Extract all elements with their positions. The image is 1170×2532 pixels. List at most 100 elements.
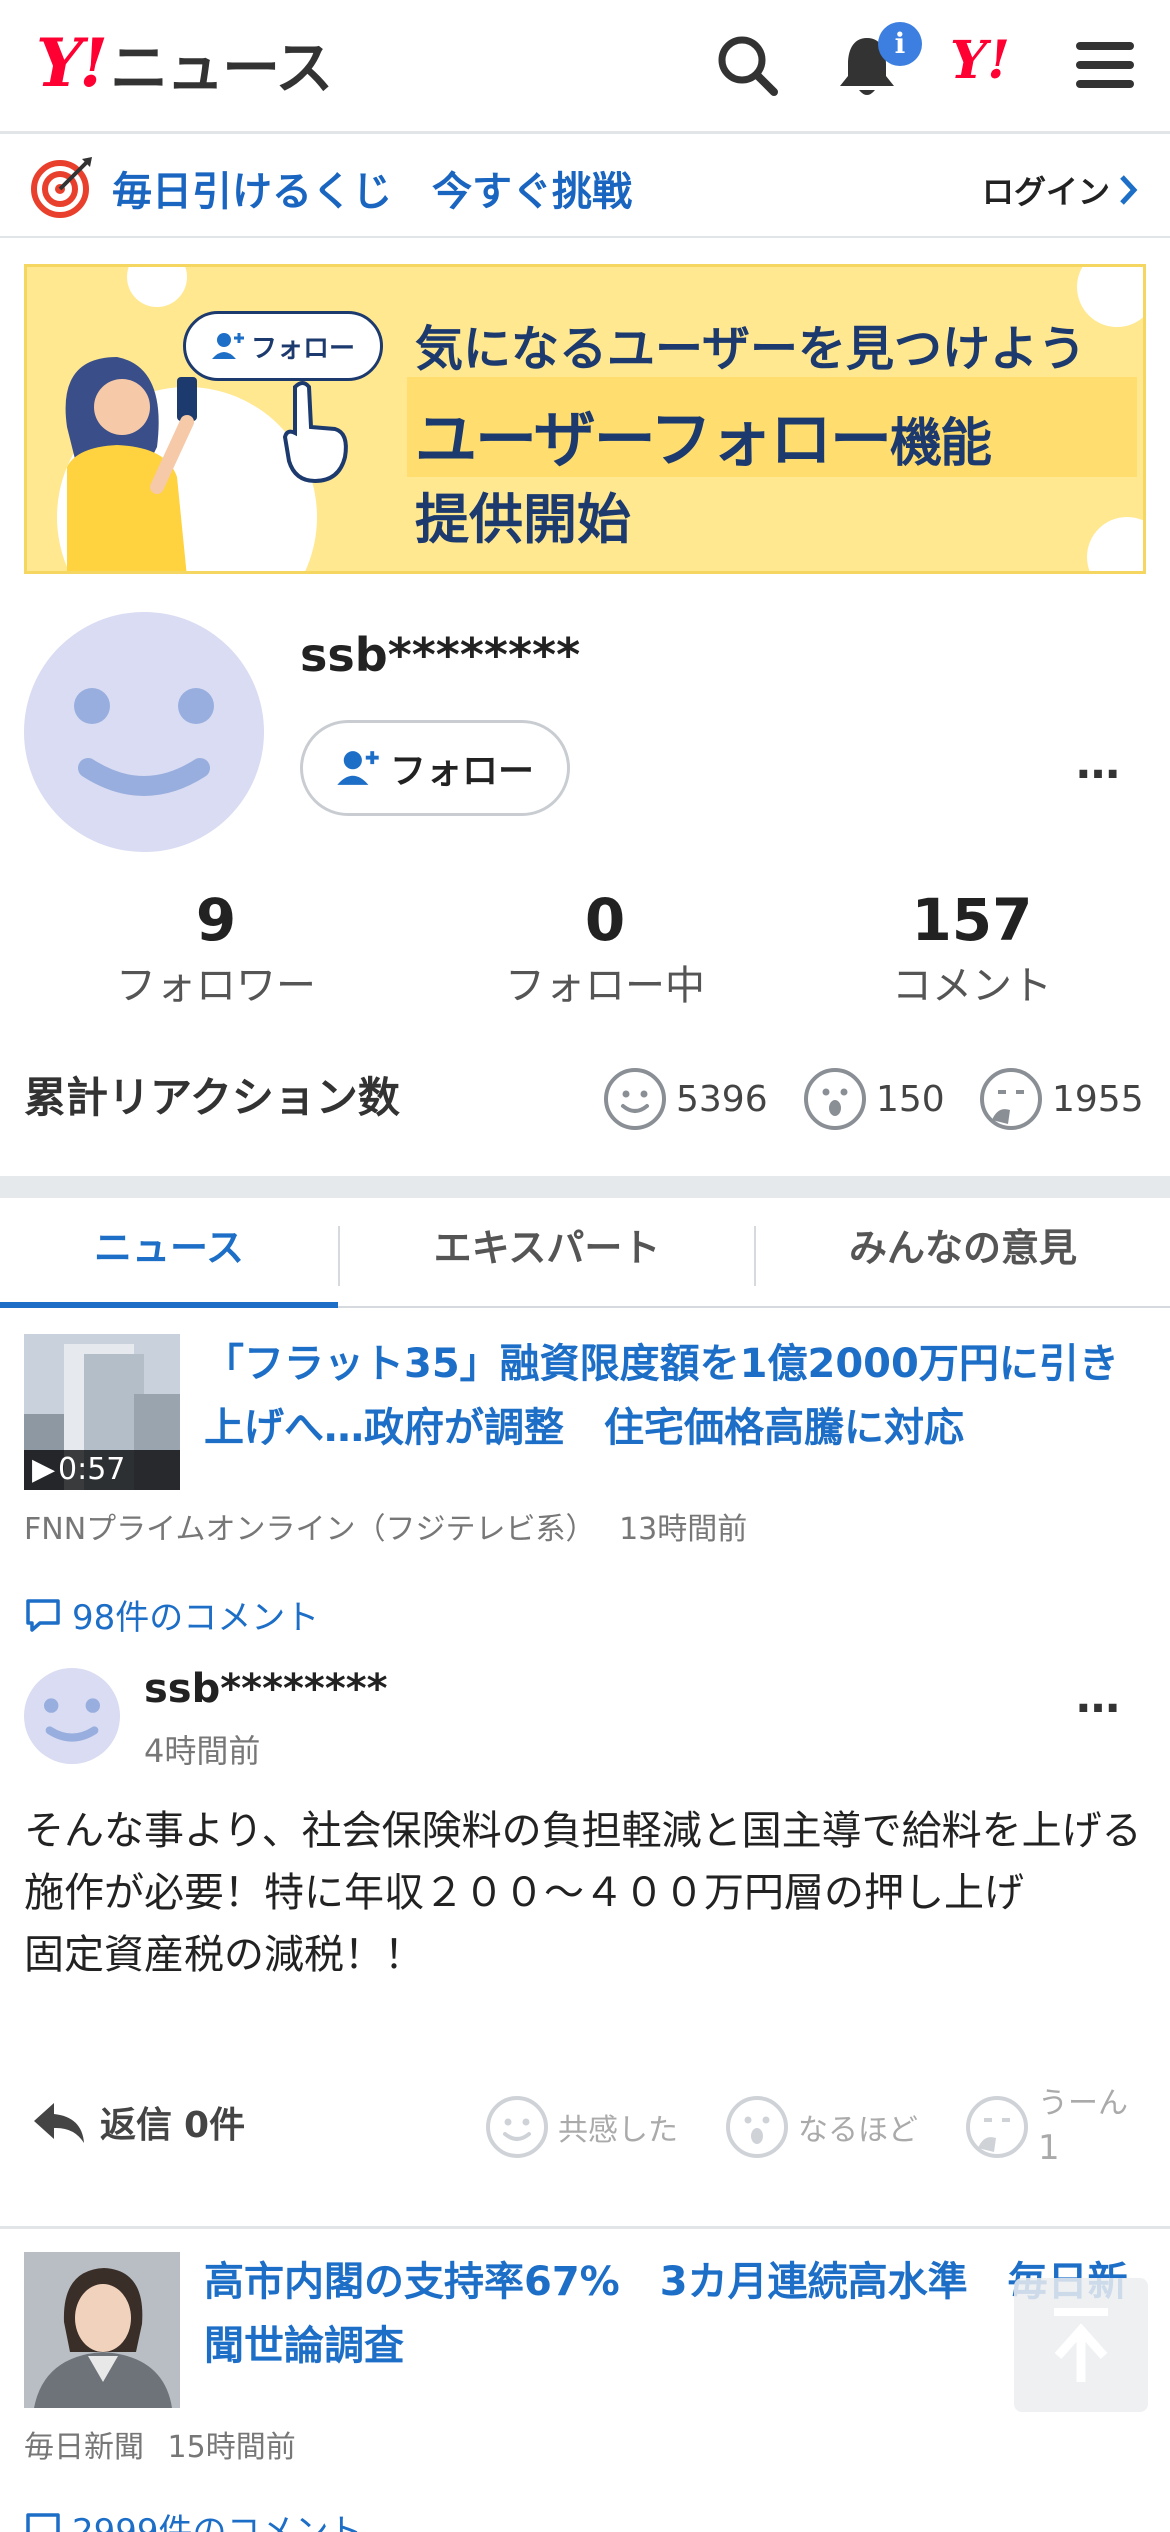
commenter-avatar [24,1668,120,1764]
comment-time: 4時間前 [144,1732,261,1770]
person-photo [24,2252,180,2408]
article-thumbnail[interactable]: ▶ 0:57 [24,1334,180,1490]
tab-news[interactable]: ニュース [0,1198,338,1308]
article-meta: FNNプライムオンライン（フジテレビ系） 13時間前 [24,1504,747,1548]
comment-icon [26,2512,60,2532]
article-time: 15時間前 [167,2430,296,2465]
agree-reaction-button[interactable]: 共感した [484,2094,678,2160]
person-plus-icon [211,333,244,359]
comment-line: そんな事より、社会保険料の負担軽減と国主導で給料を上げる施作が必要！特に年収２０… [24,1808,1142,1916]
banner-feature-name: ユーザーフォロー [415,403,892,476]
reaction-total-hmm: 1955 [978,1066,1144,1132]
news-logo-text: ニュース [110,34,333,102]
tab-expert[interactable]: エキスパート [340,1198,754,1308]
woman-with-phone-illustration [65,357,197,571]
profile-more-menu[interactable]: … [1076,738,1122,789]
menu-icon[interactable] [1070,30,1140,100]
notification-badge: i [878,22,922,66]
profile-tabs: ニュース エキスパート みんなの意見 [0,1198,1170,1308]
following-count: 0 [584,886,626,954]
scroll-to-top-button[interactable] [1014,2278,1148,2412]
comment-icon [26,1598,60,1632]
article-meta: 毎日新聞 15時間前 [24,2422,296,2466]
banner-launch-text: 提供開始 [415,488,631,551]
app-header: Y! ニュース i Y! [0,0,1170,134]
comment-body: そんな事より、社会保険料の負担軽減と国主導で給料を上げる施作が必要！特に年収２０… [24,1800,1154,1986]
banner-feature-suffix: 機能 [890,414,992,474]
comments-label: コメント [892,963,1052,1009]
article-thumbnail[interactable] [24,2252,180,2408]
banner-headline: 気になるユーザーを見つけよう [415,321,1087,377]
target-icon [31,157,92,218]
commenter-username: ssb******** [144,1666,388,1712]
chevron-right-icon [1120,175,1138,205]
comment-line: 固定資産税の減税！！ [24,1932,424,1978]
user-follow-banner[interactable]: フォロー 気になるユーザーを見つけよう ユーザーフォロー機能 提供開始 [24,264,1146,574]
tab-opinions[interactable]: みんなの意見 [756,1198,1170,1308]
insightful-reaction-button[interactable]: なるほど [724,2094,918,2160]
arrow-up-icon [1054,2308,1108,2382]
login-label: ログイン [981,173,1110,211]
login-link[interactable]: ログイン [982,167,1140,213]
smile-reaction-icon [486,2096,548,2158]
search-icon[interactable] [712,30,782,100]
followers-stat[interactable]: 9 フォロワー [66,880,366,1012]
smile-reaction-icon [604,1068,666,1130]
smile-reaction-count: 5396 [676,1078,768,1120]
article-comments-count: 2999件のコメント [72,2512,363,2532]
daily-lottery-bar: 毎日引けるくじ 今すぐ挑戦 ログイン [0,137,1170,238]
surprised-reaction-icon [804,1068,866,1130]
banner-follow-pill: フォロー [183,311,383,381]
reply-count: 0件 [184,2105,246,2146]
agree-reaction-label: 共感した [558,2113,678,2148]
surprised-reaction-icon [726,2096,788,2158]
followers-label: フォロワー [116,963,316,1009]
pointing-hand-icon [282,381,348,484]
hmm-reaction-text: うーん 1 [1038,2082,1128,2170]
article-time: 13時間前 [619,1512,748,1547]
following-stat[interactable]: 0 フォロー中 [455,880,755,1012]
total-reactions-title: 累計リアクション数 [24,1073,400,1122]
article-source: FNNプライムオンライン（フジテレビ系） [24,1512,596,1547]
play-icon: ▶ [32,1452,56,1487]
hmm-reaction-label: うーん [1038,2086,1128,2121]
article-title[interactable]: 高市内閣の支持率67% 3カ月連続高水準 毎日新聞世論調査 [204,2250,1144,2378]
followers-count: 9 [195,886,237,954]
profile-username: ssb******** [300,628,581,682]
comment-more-menu[interactable]: … [1076,1672,1122,1723]
reply-arrow-icon [34,2103,84,2143]
article-title[interactable]: 「フラット35」融資限度額を1億2000万円に引き上げへ…政府が調整 住宅価格高… [204,1332,1144,1460]
video-duration: ▶ 0:57 [24,1450,180,1490]
surprised-reaction-count: 150 [876,1078,945,1120]
article-comments-link[interactable]: 98件のコメント [24,1590,319,1639]
yahoo-logo-mark: Y! [36,24,108,102]
article-comments-count: 98件のコメント [72,1598,320,1638]
yahoo-news-logo[interactable]: Y! ニュース [36,24,333,102]
follow-button[interactable]: フォロー [300,720,570,816]
hmm-reaction-button[interactable]: うーん 1 [964,2082,1128,2170]
following-label: フォロー中 [505,963,705,1009]
hmm-reaction-count: 1 [1038,2128,1060,2168]
article-source: 毎日新聞 [24,2430,144,2465]
follow-button-label: フォロー [389,751,534,792]
hmm-reaction-icon [980,1068,1042,1130]
article-divider [0,2226,1170,2229]
profile-avatar [24,612,264,852]
reaction-total-smile: 5396 [602,1066,768,1132]
reply-button[interactable]: 返信 0件 [30,2096,245,2148]
banner-pill-label: フォロー [250,333,355,364]
person-plus-icon [337,751,379,785]
yahoo-home-icon[interactable]: Y! [950,30,1010,91]
hmm-reaction-count: 1955 [1052,1078,1144,1120]
insightful-reaction-label: なるほど [798,2113,918,2148]
hmm-reaction-icon [966,2096,1028,2158]
comments-count: 157 [911,886,1033,954]
banner-feature-title: ユーザーフォロー機能 [415,389,992,479]
comments-stat[interactable]: 157 コメント [822,880,1122,1012]
section-separator [0,1176,1170,1198]
video-duration-label: 0:57 [58,1452,126,1487]
reply-label: 返信 [100,2105,173,2146]
lottery-link[interactable]: 毎日引けるくじ 今すぐ挑戦 [112,159,632,217]
reaction-total-surprised: 150 [802,1066,945,1132]
article-comments-link[interactable]: 2999件のコメント [24,2504,363,2532]
